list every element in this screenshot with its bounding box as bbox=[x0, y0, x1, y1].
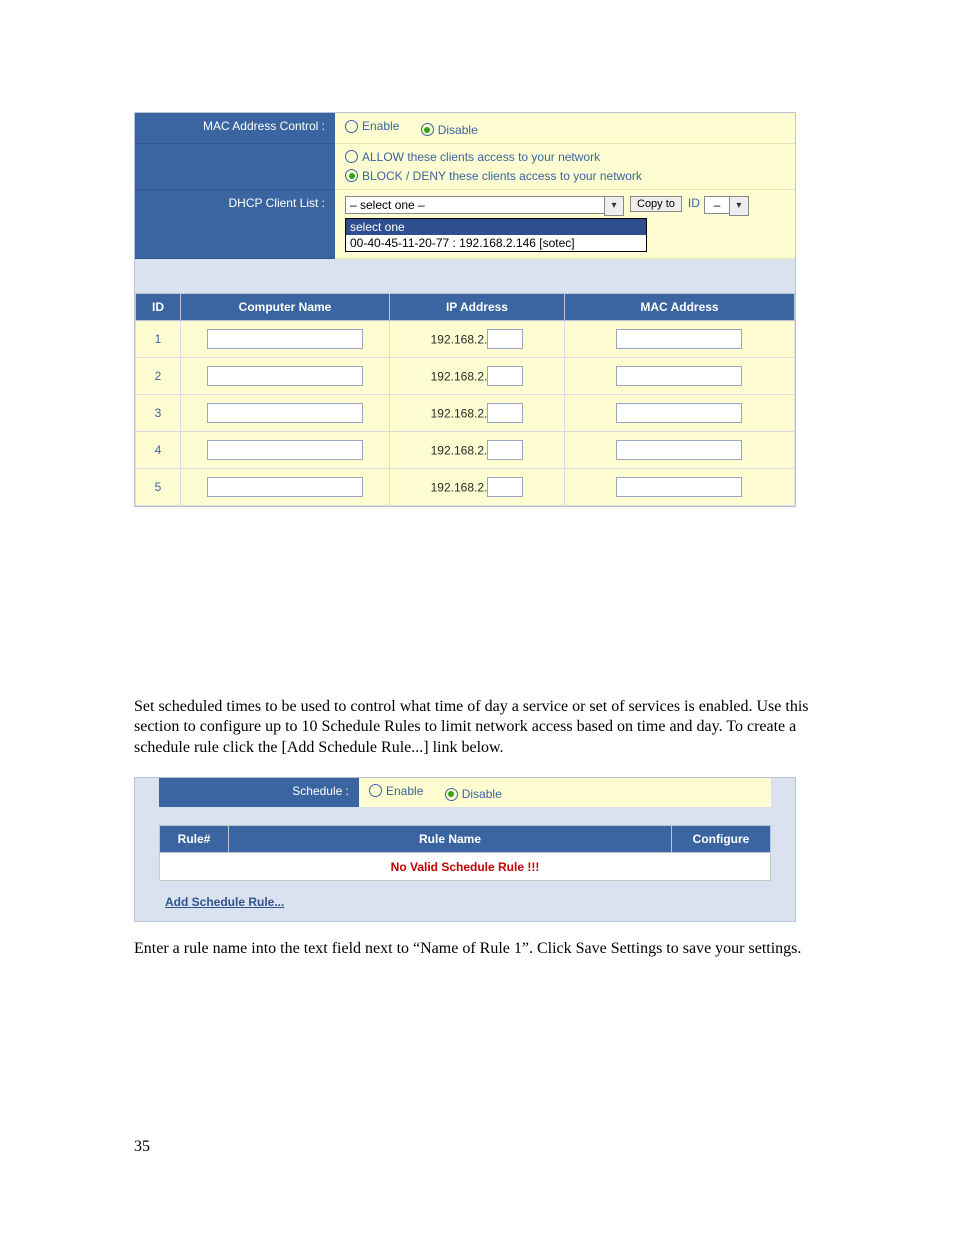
cell-id: 2 bbox=[136, 357, 181, 394]
mac-policy-options: ALLOW these clients access to your netwo… bbox=[335, 144, 795, 190]
client-table: ID Computer Name IP Address MAC Address … bbox=[135, 293, 795, 506]
ip-prefix: 192.168.2. bbox=[431, 369, 488, 383]
id-select[interactable]: – bbox=[704, 196, 730, 214]
cell-id: 3 bbox=[136, 394, 181, 431]
dhcp-list-label: DHCP Client List : bbox=[135, 190, 335, 259]
page-number: 35 bbox=[134, 1138, 820, 1156]
ip-prefix: 192.168.2. bbox=[431, 406, 488, 420]
chevron-down-icon[interactable]: ▾ bbox=[604, 196, 624, 216]
table-row: 1 192.168.2. bbox=[136, 320, 795, 357]
table-row: No Valid Schedule Rule !!! bbox=[160, 853, 771, 881]
mac-input[interactable] bbox=[616, 366, 742, 386]
col-name: Computer Name bbox=[181, 293, 390, 320]
ip-suffix-input[interactable] bbox=[487, 366, 523, 386]
mac-control-options: Enable Disable bbox=[335, 113, 795, 144]
schedule-enable-radio[interactable]: Enable bbox=[369, 784, 423, 798]
table-row: 3 192.168.2. bbox=[136, 394, 795, 431]
allow-label: ALLOW these clients access to your netwo… bbox=[362, 150, 600, 164]
radio-icon bbox=[345, 169, 358, 182]
add-schedule-rule-link[interactable]: Add Schedule Rule... bbox=[165, 895, 284, 909]
mac-input[interactable] bbox=[616, 440, 742, 460]
dhcp-option-selected[interactable]: select one bbox=[346, 219, 646, 235]
spacer bbox=[159, 807, 771, 825]
dhcp-select[interactable]: – select one – bbox=[345, 196, 605, 214]
schedule-disable-radio[interactable]: Disable bbox=[445, 787, 502, 801]
ip-suffix-input[interactable] bbox=[487, 403, 523, 423]
schedule-description: Set scheduled times to be used to contro… bbox=[134, 697, 824, 759]
cell-id: 1 bbox=[136, 320, 181, 357]
radio-icon bbox=[345, 150, 358, 163]
block-label: BLOCK / DENY these clients access to you… bbox=[362, 169, 642, 183]
cell-id: 4 bbox=[136, 431, 181, 468]
allow-radio[interactable]: ALLOW these clients access to your netwo… bbox=[345, 150, 600, 164]
col-mac: MAC Address bbox=[564, 293, 794, 320]
col-rule-no: Rule# bbox=[160, 826, 229, 853]
no-rule-text: No Valid Schedule Rule !!! bbox=[391, 860, 540, 874]
dhcp-dropdown-list[interactable]: select one 00-40-45-11-20-77 : 192.168.2… bbox=[345, 218, 647, 252]
schedule-disable-label: Disable bbox=[462, 787, 502, 801]
mac-address-panel: MAC Address Control : Enable Disable ALL… bbox=[134, 112, 796, 507]
schedule-label: Schedule : bbox=[159, 778, 359, 808]
radio-icon bbox=[369, 784, 382, 797]
mac-enable-label: Enable bbox=[362, 119, 399, 133]
block-radio[interactable]: BLOCK / DENY these clients access to you… bbox=[345, 169, 642, 183]
radio-icon bbox=[421, 123, 434, 136]
ip-prefix: 192.168.2. bbox=[431, 480, 488, 494]
schedule-panel: Schedule : Enable Disable Rule# bbox=[134, 777, 796, 923]
col-id: ID bbox=[136, 293, 181, 320]
id-label: ID bbox=[688, 196, 700, 210]
mac-disable-radio[interactable]: Disable bbox=[421, 123, 478, 137]
mac-enable-radio[interactable]: Enable bbox=[345, 119, 399, 133]
mac-control-label: MAC Address Control : bbox=[135, 113, 335, 144]
copy-to-button[interactable]: Copy to bbox=[630, 196, 682, 212]
col-rule-name: Rule Name bbox=[229, 826, 672, 853]
dhcp-controls: – select one – ▾ Copy to ID – ▾ select o… bbox=[335, 190, 795, 259]
ip-prefix: 192.168.2. bbox=[431, 443, 488, 457]
col-ip: IP Address bbox=[390, 293, 565, 320]
table-row: 4 192.168.2. bbox=[136, 431, 795, 468]
dhcp-option[interactable]: 00-40-45-11-20-77 : 192.168.2.146 [sotec… bbox=[346, 235, 646, 251]
computer-name-input[interactable] bbox=[207, 329, 363, 349]
col-configure: Configure bbox=[672, 826, 771, 853]
ip-prefix: 192.168.2. bbox=[431, 332, 488, 346]
rule-name-instruction: Enter a rule name into the text field ne… bbox=[134, 940, 824, 958]
radio-icon bbox=[445, 788, 458, 801]
mac-disable-label: Disable bbox=[438, 123, 478, 137]
chevron-down-icon[interactable]: ▾ bbox=[729, 196, 749, 216]
ip-suffix-input[interactable] bbox=[487, 329, 523, 349]
computer-name-input[interactable] bbox=[207, 366, 363, 386]
schedule-enable-label: Enable bbox=[386, 784, 423, 798]
ip-suffix-input[interactable] bbox=[487, 440, 523, 460]
radio-icon bbox=[345, 120, 358, 133]
mac-input[interactable] bbox=[616, 477, 742, 497]
computer-name-input[interactable] bbox=[207, 440, 363, 460]
mac-policy-label bbox=[135, 144, 335, 190]
schedule-rule-table: Rule# Rule Name Configure No Valid Sched… bbox=[159, 825, 771, 881]
ip-suffix-input[interactable] bbox=[487, 477, 523, 497]
table-row: 2 192.168.2. bbox=[136, 357, 795, 394]
cell-id: 5 bbox=[136, 468, 181, 505]
computer-name-input[interactable] bbox=[207, 403, 363, 423]
spacer bbox=[135, 259, 795, 293]
mac-input[interactable] bbox=[616, 403, 742, 423]
mac-input[interactable] bbox=[616, 329, 742, 349]
table-row: 5 192.168.2. bbox=[136, 468, 795, 505]
computer-name-input[interactable] bbox=[207, 477, 363, 497]
schedule-options: Enable Disable bbox=[359, 778, 771, 808]
